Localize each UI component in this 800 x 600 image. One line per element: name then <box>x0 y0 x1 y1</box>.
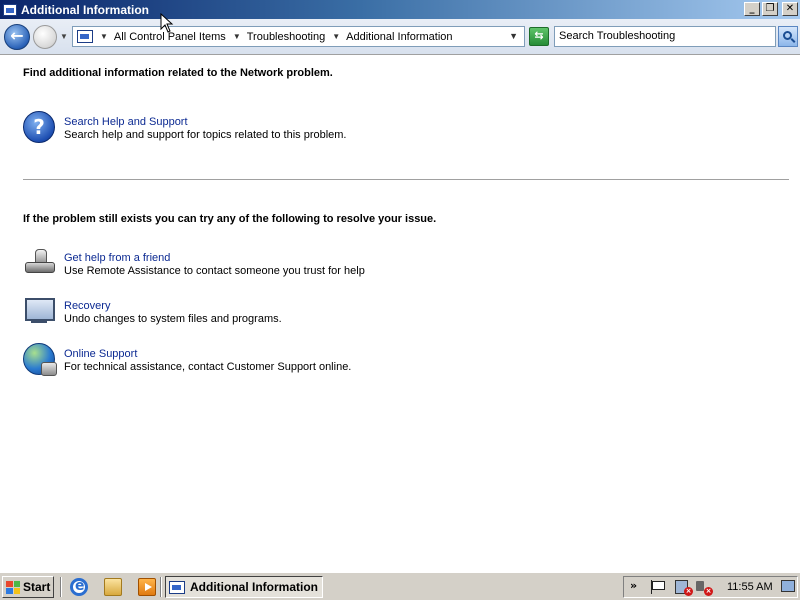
volume-icon[interactable] <box>696 581 704 591</box>
start-button[interactable]: Start <box>2 576 54 598</box>
chevron-down-icon[interactable]: ▼ <box>332 32 340 41</box>
get-help-friend-link[interactable]: Get help from a friend <box>64 252 365 265</box>
chevron-down-icon[interactable]: ▼ <box>100 32 108 41</box>
show-desktop-icon[interactable] <box>781 580 795 592</box>
list-item-get-help-friend[interactable]: Get help from a friend Use Remote Assist… <box>23 247 365 279</box>
taskbar-button-label: Additional Information <box>190 580 318 594</box>
list-item-search-help[interactable]: ? Search Help and Support Search help an… <box>23 111 347 143</box>
online-support-link[interactable]: Online Support <box>64 348 351 361</box>
taskbar-separator <box>160 577 162 597</box>
show-hidden-icons-button[interactable]: » <box>630 579 637 592</box>
folder-icon[interactable] <box>104 578 122 596</box>
taskbar-button-additional-information[interactable]: Additional Information <box>165 576 323 598</box>
history-dropdown-icon[interactable]: ▼ <box>60 32 68 41</box>
network-error-icon: × <box>684 587 693 596</box>
list-item-online-support[interactable]: Online Support For technical assistance,… <box>23 343 352 376</box>
online-support-description: For technical assistance, contact Custom… <box>64 361 352 373</box>
clock[interactable]: 11:55 AM <box>727 581 773 593</box>
title-bar[interactable]: Additional Information _ ❐ ✕ <box>0 0 800 19</box>
mouse-cursor-icon <box>160 13 174 33</box>
start-label: Start <box>23 580 51 594</box>
system-tray: » × × 11:55 AM <box>623 576 798 598</box>
minimize-button[interactable]: _ <box>744 2 760 16</box>
taskbar-separator <box>60 577 62 597</box>
address-dropdown-icon[interactable]: ▼ <box>509 31 518 41</box>
media-player-icon[interactable] <box>138 578 156 596</box>
search-help-description: Search help and support for topics relat… <box>64 129 347 141</box>
control-panel-icon <box>3 3 17 16</box>
control-panel-icon <box>169 580 185 594</box>
address-bar[interactable]: ▼ All Control Panel Items ▼ Troubleshoot… <box>72 26 525 47</box>
get-help-friend-description: Use Remote Assistance to contact someone… <box>64 265 365 277</box>
main-content: Find additional information related to t… <box>0 56 800 572</box>
refresh-button[interactable]: ⇆ <box>529 27 549 46</box>
search-button[interactable] <box>778 26 798 47</box>
section-divider <box>23 179 789 180</box>
action-center-flag-icon[interactable] <box>651 580 665 594</box>
forward-button[interactable] <box>33 25 57 49</box>
help-icon: ? <box>23 111 55 143</box>
section-heading-find-info: Find additional information related to t… <box>23 67 333 79</box>
volume-muted-icon: × <box>704 587 713 596</box>
navigation-bar: ← ▼ ▼ All Control Panel Items ▼ Troubles… <box>0 19 800 55</box>
recovery-description: Undo changes to system files and program… <box>64 313 282 325</box>
window-controls: _ ❐ ✕ <box>744 2 798 16</box>
taskbar: Start Additional Information » × × 11:55… <box>0 572 800 600</box>
search-icon <box>782 31 792 40</box>
window-title: Additional Information <box>21 2 149 17</box>
search-help-link[interactable]: Search Help and Support <box>64 116 347 129</box>
breadcrumb-additional-information[interactable]: Additional Information <box>346 31 452 43</box>
windows-logo-icon <box>6 580 20 594</box>
remote-assistance-icon <box>23 247 55 279</box>
section-heading-resolve: If the problem still exists you can try … <box>23 213 437 225</box>
back-button[interactable]: ← <box>4 24 30 50</box>
maximize-button[interactable]: ❐ <box>762 2 778 16</box>
list-item-recovery[interactable]: Recovery Undo changes to system files an… <box>23 295 282 327</box>
control-panel-icon <box>77 30 93 43</box>
recovery-icon <box>23 295 55 327</box>
globe-icon <box>23 343 57 376</box>
breadcrumb-troubleshooting[interactable]: Troubleshooting <box>247 31 325 43</box>
search-input[interactable]: Search Troubleshooting <box>554 26 776 47</box>
internet-explorer-icon[interactable] <box>70 578 88 596</box>
close-button[interactable]: ✕ <box>782 2 798 16</box>
recovery-link[interactable]: Recovery <box>64 300 282 313</box>
chevron-down-icon[interactable]: ▼ <box>233 32 241 41</box>
